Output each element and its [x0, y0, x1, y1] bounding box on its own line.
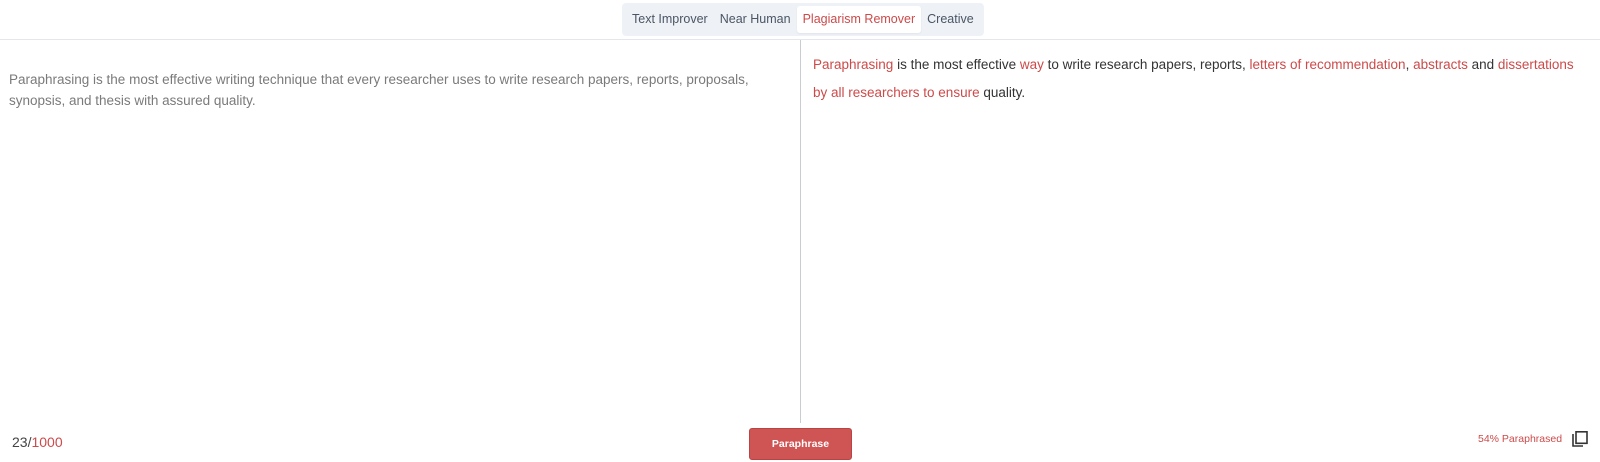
word-count: 23/ [12, 434, 32, 450]
copy-icon[interactable] [1570, 430, 1590, 450]
input-text-area[interactable]: Paraphrasing is the most effective writi… [9, 69, 769, 111]
unchanged-text: and [1467, 57, 1498, 72]
unchanged-text: quality. [979, 84, 1026, 100]
panel-divider [800, 40, 801, 423]
changed-phrase[interactable]: abstracts [1413, 57, 1468, 72]
changed-phrase[interactable]: Paraphrasing [813, 57, 893, 72]
changed-phrase[interactable]: way [1020, 57, 1044, 72]
paraphrase-button[interactable]: Paraphrase [749, 428, 852, 460]
tab-text-improver[interactable]: Text Improver [626, 6, 714, 33]
unchanged-text: is the most effective [893, 57, 1020, 72]
tab-near-human[interactable]: Near Human [714, 6, 797, 33]
word-limit: 1000 [31, 434, 63, 450]
changed-phrase[interactable]: letters of recommendation [1249, 57, 1405, 72]
unchanged-text: to write research papers, reports, [1043, 57, 1250, 72]
unchanged-text: , [1405, 57, 1414, 72]
tab-creative[interactable]: Creative [921, 6, 980, 33]
mode-tabs: Text Improver Near Human Plagiarism Remo… [622, 3, 984, 36]
word-counter: 23/1000 [12, 434, 63, 450]
output-text-area[interactable]: Paraphrasing is the most effective way t… [813, 51, 1588, 106]
paraphrased-percentage: 54% Paraphrased [1478, 433, 1563, 445]
tab-plagiarism-remover[interactable]: Plagiarism Remover [796, 6, 922, 33]
